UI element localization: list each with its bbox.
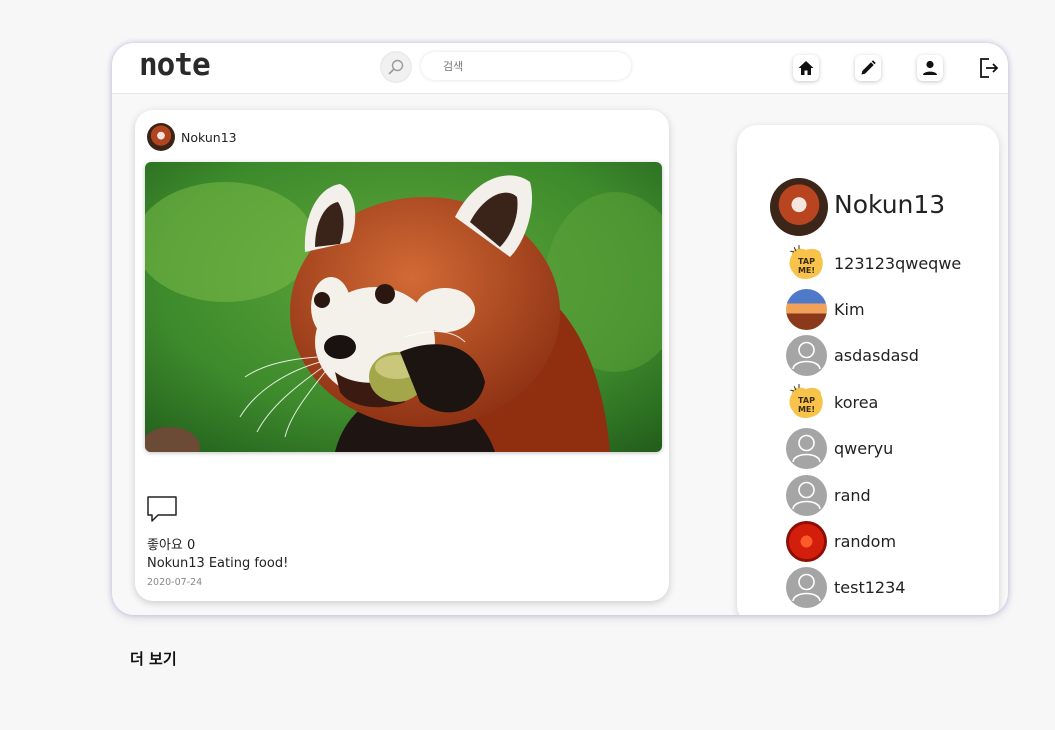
logo[interactable]: note [139,47,211,83]
default-avatar-icon [786,567,827,608]
svg-text:ME!: ME! [798,405,815,414]
my-avatar[interactable] [770,178,828,236]
post-caption: Nokun13 Eating food! [147,556,292,571]
default-avatar-icon [786,335,827,376]
svg-text:ME!: ME! [798,266,815,275]
home-icon [798,61,814,75]
post-image[interactable] [145,162,662,452]
username: qweryu [834,439,894,458]
post-date: 2020-07-24 [147,577,203,588]
edit-icon [861,60,876,75]
my-username[interactable]: Nokun13 [834,190,945,219]
default-avatar-icon [786,475,827,516]
comment-button[interactable] [146,495,178,527]
post-author-name[interactable]: Nokun13 [181,130,237,145]
search-button[interactable] [380,51,412,83]
user-list-item[interactable]: test1234 [786,567,996,609]
user-list-item[interactable]: asdasdasd [786,335,996,377]
user-avatar [786,521,827,562]
username: asdasdasd [834,346,919,365]
red-panda-photo [145,162,662,452]
tap-me-avatar-icon: TAP ME! [786,243,827,284]
profile-button[interactable] [917,55,943,81]
username: rand [834,486,871,505]
default-avatar-icon [786,428,827,469]
user-list-item[interactable]: TAP ME! 123123qweqwe [786,243,996,285]
svg-text:TAP: TAP [798,257,815,266]
header-bar: note [112,43,1008,94]
post-card: Nokun13 좋아요 0 Nokun13 Eating food! 2020-… [135,110,669,601]
logout-button[interactable] [976,55,1002,81]
tap-me-avatar-icon: TAP ME! [786,382,827,423]
username: Kim [834,300,865,319]
user-list-item[interactable]: qweryu [786,428,996,470]
like-count: 좋아요 0 [147,538,196,553]
caption-text: Eating food! [208,556,289,571]
logout-icon [980,58,999,78]
svg-text:TAP: TAP [798,396,815,405]
user-list-item[interactable]: Kim [786,289,996,331]
username: test1234 [834,578,906,597]
user-list-panel: Nokun13 TAP ME! 123123qweqwe Kim asdasda… [737,125,999,615]
caption-author[interactable]: Nokun13 [147,556,205,571]
username: korea [834,393,879,412]
username: random [834,532,897,551]
write-button[interactable] [855,55,881,81]
username: 123123qweqwe [834,254,962,273]
load-more-link[interactable]: 더 보기 [130,648,177,669]
search-icon [388,59,404,75]
post-author-avatar[interactable] [147,123,175,151]
user-avatar [786,289,827,330]
app-frame: note 검색 Nokun13 좋아요 0 Nokun13 Eating foo… [112,43,1008,615]
profile-icon [923,60,937,75]
user-list-item[interactable]: TAP ME! korea [786,382,996,424]
comment-icon [147,496,177,522]
user-list-item[interactable]: rand [786,475,996,517]
search-input[interactable] [421,52,631,80]
home-button[interactable] [793,55,819,81]
user-list-item[interactable]: random [786,521,996,563]
